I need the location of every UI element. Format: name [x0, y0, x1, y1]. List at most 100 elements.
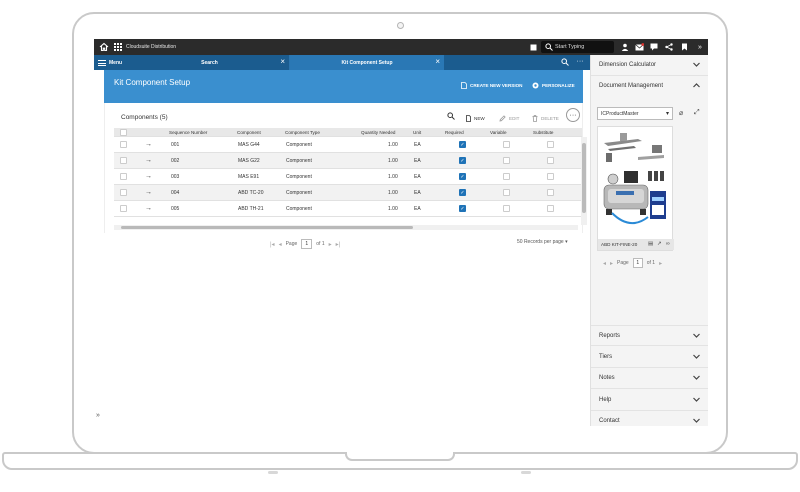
- home-icon[interactable]: [99, 42, 109, 52]
- col-unit[interactable]: Unit: [413, 128, 421, 136]
- row-checkbox[interactable]: [120, 157, 127, 164]
- more-options-icon[interactable]: ···: [575, 56, 585, 66]
- arrow-right-icon[interactable]: →: [145, 153, 152, 168]
- arrow-right-icon[interactable]: →: [145, 201, 152, 216]
- col-variable[interactable]: Variable: [490, 128, 507, 136]
- open-external-icon[interactable]: ↗: [657, 241, 662, 247]
- doc-page-input[interactable]: 1: [632, 258, 643, 268]
- delete-button[interactable]: DELETE: [532, 115, 559, 122]
- edit-button[interactable]: EDIT: [499, 115, 519, 122]
- tab-search-icon[interactable]: [560, 57, 570, 67]
- substitute-checkbox[interactable]: [547, 189, 554, 196]
- variable-checkbox[interactable]: [503, 157, 510, 164]
- tab-kit-component-setup[interactable]: Kit Component Setup ×: [290, 55, 444, 70]
- next-doc-icon[interactable]: ▸: [610, 260, 613, 267]
- double-chevron-right-icon[interactable]: »: [695, 42, 705, 52]
- required-checkbox[interactable]: ✓: [459, 141, 466, 148]
- col-sequence-number[interactable]: Sequence Number: [169, 128, 207, 136]
- vertical-scroll-thumb[interactable]: [582, 143, 586, 213]
- col-component-type[interactable]: Component Type: [285, 128, 320, 136]
- tab-search[interactable]: Search ×: [130, 55, 290, 70]
- row-checkbox[interactable]: [120, 189, 127, 196]
- table-row[interactable]: → 002 MAS G22 Component 1.00 EA ✓: [114, 153, 582, 169]
- table-row[interactable]: → 004 ABD TC-20 Component 1.00 EA ✓: [114, 185, 582, 201]
- next-page-icon[interactable]: ▸: [659, 260, 662, 267]
- user-icon[interactable]: [620, 42, 630, 52]
- col-required[interactable]: Required: [445, 128, 464, 136]
- create-new-version-button[interactable]: CREATE NEW VERSION: [461, 82, 523, 89]
- substitute-checkbox[interactable]: [547, 141, 554, 148]
- table-row[interactable]: → 003 MAS E91 Component 1.00 EA ✓: [114, 169, 582, 185]
- stop-icon[interactable]: [528, 42, 538, 52]
- last-page-icon[interactable]: ▸|: [336, 241, 341, 248]
- arrow-right-icon[interactable]: →: [145, 185, 152, 200]
- row-checkbox[interactable]: [120, 141, 127, 148]
- close-icon[interactable]: ×: [280, 57, 285, 66]
- expand-sidebar-icon[interactable]: »: [96, 412, 100, 419]
- arrow-right-icon[interactable]: →: [145, 137, 152, 152]
- cell-component: ABD TH-21: [238, 205, 264, 212]
- prev-doc-icon[interactable]: ◂: [603, 260, 606, 267]
- panel-help[interactable]: Help: [591, 390, 708, 411]
- vertical-scrollbar[interactable]: [581, 137, 587, 225]
- new-button[interactable]: NEW: [466, 115, 485, 122]
- variable-checkbox[interactable]: [503, 189, 510, 196]
- substitute-checkbox[interactable]: [547, 157, 554, 164]
- select-all-checkbox[interactable]: [120, 128, 127, 136]
- personalize-button[interactable]: PERSONALIZE: [532, 82, 575, 89]
- panel-notes[interactable]: Notes: [591, 368, 708, 389]
- prev-page-icon[interactable]: ◂: [279, 241, 282, 248]
- app-screen: Cloudsuite Distribution Start Typing » M…: [94, 39, 708, 426]
- fullscreen-icon[interactable]: ⤢: [694, 109, 700, 117]
- document-icon: [461, 82, 467, 89]
- first-page-icon[interactable]: |◂: [270, 241, 275, 248]
- bookmark-icon[interactable]: [679, 42, 689, 52]
- arrow-right-icon[interactable]: →: [145, 169, 152, 184]
- panel-tiers[interactable]: Tiers: [591, 347, 708, 368]
- close-icon[interactable]: ×: [435, 57, 440, 66]
- link-icon[interactable]: ∞: [666, 241, 670, 247]
- horizontal-scrollbar[interactable]: [114, 225, 578, 230]
- row-checkbox[interactable]: [120, 173, 127, 180]
- document-view-icon[interactable]: ▤: [648, 241, 653, 247]
- page-number-input[interactable]: 1: [301, 239, 313, 249]
- cell-component: MAS G22: [238, 157, 260, 164]
- col-component[interactable]: Component: [237, 128, 261, 136]
- variable-checkbox[interactable]: [503, 205, 510, 212]
- variable-checkbox[interactable]: [503, 141, 510, 148]
- substitute-checkbox[interactable]: [547, 173, 554, 180]
- cell-unit: EA: [414, 189, 421, 196]
- required-checkbox[interactable]: ✓: [459, 189, 466, 196]
- image-caption: ABD KIT-FINE-20: [601, 242, 638, 247]
- panel-contact[interactable]: Contact: [591, 411, 708, 426]
- horizontal-scroll-thumb[interactable]: [121, 226, 413, 229]
- required-checkbox[interactable]: ✓: [459, 173, 466, 180]
- paperclip-icon[interactable]: ⌀: [679, 109, 683, 117]
- table-row[interactable]: → 005 ABD TH-21 Component 1.00 EA ✓: [114, 201, 582, 217]
- gear-icon: [532, 82, 539, 89]
- document-type-select[interactable]: ICProductMaster ▾: [597, 107, 673, 120]
- col-substitute[interactable]: Substitute: [533, 128, 553, 136]
- more-actions-button[interactable]: ···: [566, 108, 580, 122]
- records-per-page-select[interactable]: 50 Records per page ▾: [517, 239, 568, 245]
- chat-icon[interactable]: [649, 42, 659, 52]
- panel-dimension-calculator[interactable]: Dimension Calculator: [591, 55, 708, 76]
- global-search-input[interactable]: Start Typing: [541, 41, 614, 53]
- menu-button[interactable]: Menu: [94, 55, 130, 70]
- share-icon[interactable]: [664, 42, 674, 52]
- cell-unit: EA: [414, 205, 421, 212]
- product-image-card[interactable]: ABD KIT-FINE-20 ▤ ↗ ∞: [597, 126, 674, 251]
- required-checkbox[interactable]: ✓: [459, 157, 466, 164]
- mail-icon[interactable]: [634, 42, 644, 52]
- apps-grid-icon[interactable]: [114, 43, 122, 51]
- variable-checkbox[interactable]: [503, 173, 510, 180]
- table-row[interactable]: → 001 MAS G44 Component 1.00 EA ✓: [114, 137, 582, 153]
- panel-document-management[interactable]: Document Management: [591, 76, 708, 97]
- col-quantity-needed[interactable]: Quantity Needed: [361, 128, 395, 136]
- required-checkbox[interactable]: ✓: [459, 205, 466, 212]
- next-page-icon[interactable]: ▸: [329, 241, 332, 248]
- row-checkbox[interactable]: [120, 205, 127, 212]
- panel-reports[interactable]: Reports: [591, 325, 708, 346]
- substitute-checkbox[interactable]: [547, 205, 554, 212]
- grid-search-icon[interactable]: [447, 112, 455, 120]
